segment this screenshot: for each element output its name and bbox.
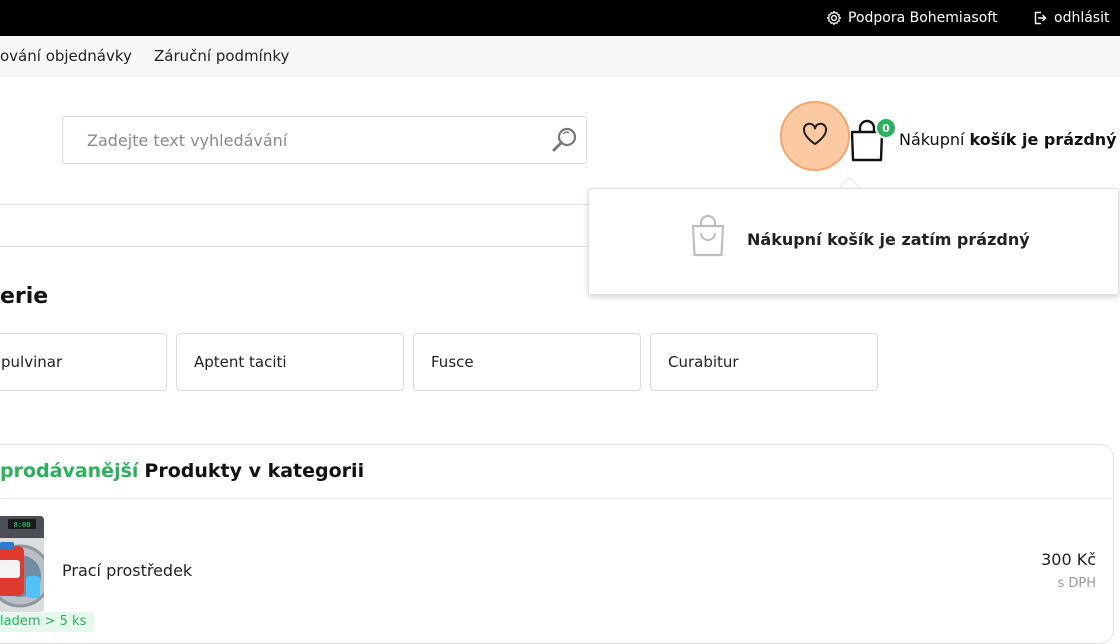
divider — [0, 246, 590, 247]
cart-label-bold: košík je prázdný — [969, 130, 1117, 149]
empty-bag-icon — [690, 214, 726, 262]
top-bar: Podpora Bohemiasoft odhlásit — [0, 0, 1120, 36]
divider — [0, 204, 590, 205]
cart-summary[interactable]: Nákupní košík je prázdný — [899, 130, 1117, 149]
search-input[interactable] — [63, 117, 533, 163]
category-button[interactable]: Aptent taciti — [176, 333, 404, 391]
display-digits: 8:00 — [14, 521, 31, 529]
nav-link-warranty[interactable]: Záruční podmínky — [154, 47, 289, 65]
bestsellers-title-highlight: prodávanější — [0, 460, 139, 482]
logout-label: odhlásit — [1054, 10, 1110, 26]
support-label: Podpora Bohemiasoft — [848, 10, 998, 26]
logout-icon — [1032, 10, 1048, 26]
search-icon[interactable] — [551, 126, 579, 158]
category-button[interactable]: pulvinar — [0, 333, 167, 391]
nav-link-order-tracking[interactable]: ování objednávky — [0, 47, 132, 65]
search-box — [62, 116, 587, 164]
product-vat-note: s DPH — [1057, 576, 1096, 591]
gear-icon — [826, 10, 842, 26]
divider — [0, 498, 1114, 499]
stock-badge: ladem > 5 ks — [0, 612, 95, 632]
bestsellers-title-main: Produkty v kategorii — [144, 460, 365, 482]
category-button[interactable]: Fusce — [413, 333, 641, 391]
logout-link[interactable]: odhlásit — [1032, 0, 1109, 36]
category-button[interactable]: Curabitur — [650, 333, 878, 391]
cart-dropdown: Nákupní košík je zatím prázdný — [588, 188, 1119, 295]
cart-label-regular: Nákupní — [899, 130, 965, 149]
heart-icon — [801, 121, 829, 151]
product-price: 300 Kč — [1041, 550, 1096, 569]
product-image[interactable]: 8:00 — [0, 516, 44, 612]
cart-empty-message: Nákupní košík je zatím prázdný — [747, 230, 1030, 249]
secondary-nav: ování objednávky Záruční podmínky — [0, 36, 1120, 77]
product-name[interactable]: Prací prostředek — [62, 561, 192, 580]
support-link[interactable]: Podpora Bohemiasoft — [826, 0, 997, 36]
wishlist-button[interactable] — [780, 101, 850, 171]
cart-count-badge: 0 — [875, 117, 897, 139]
bestsellers-title: prodávanější Produkty v kategorii — [0, 460, 364, 482]
section-title: erie — [0, 284, 49, 309]
